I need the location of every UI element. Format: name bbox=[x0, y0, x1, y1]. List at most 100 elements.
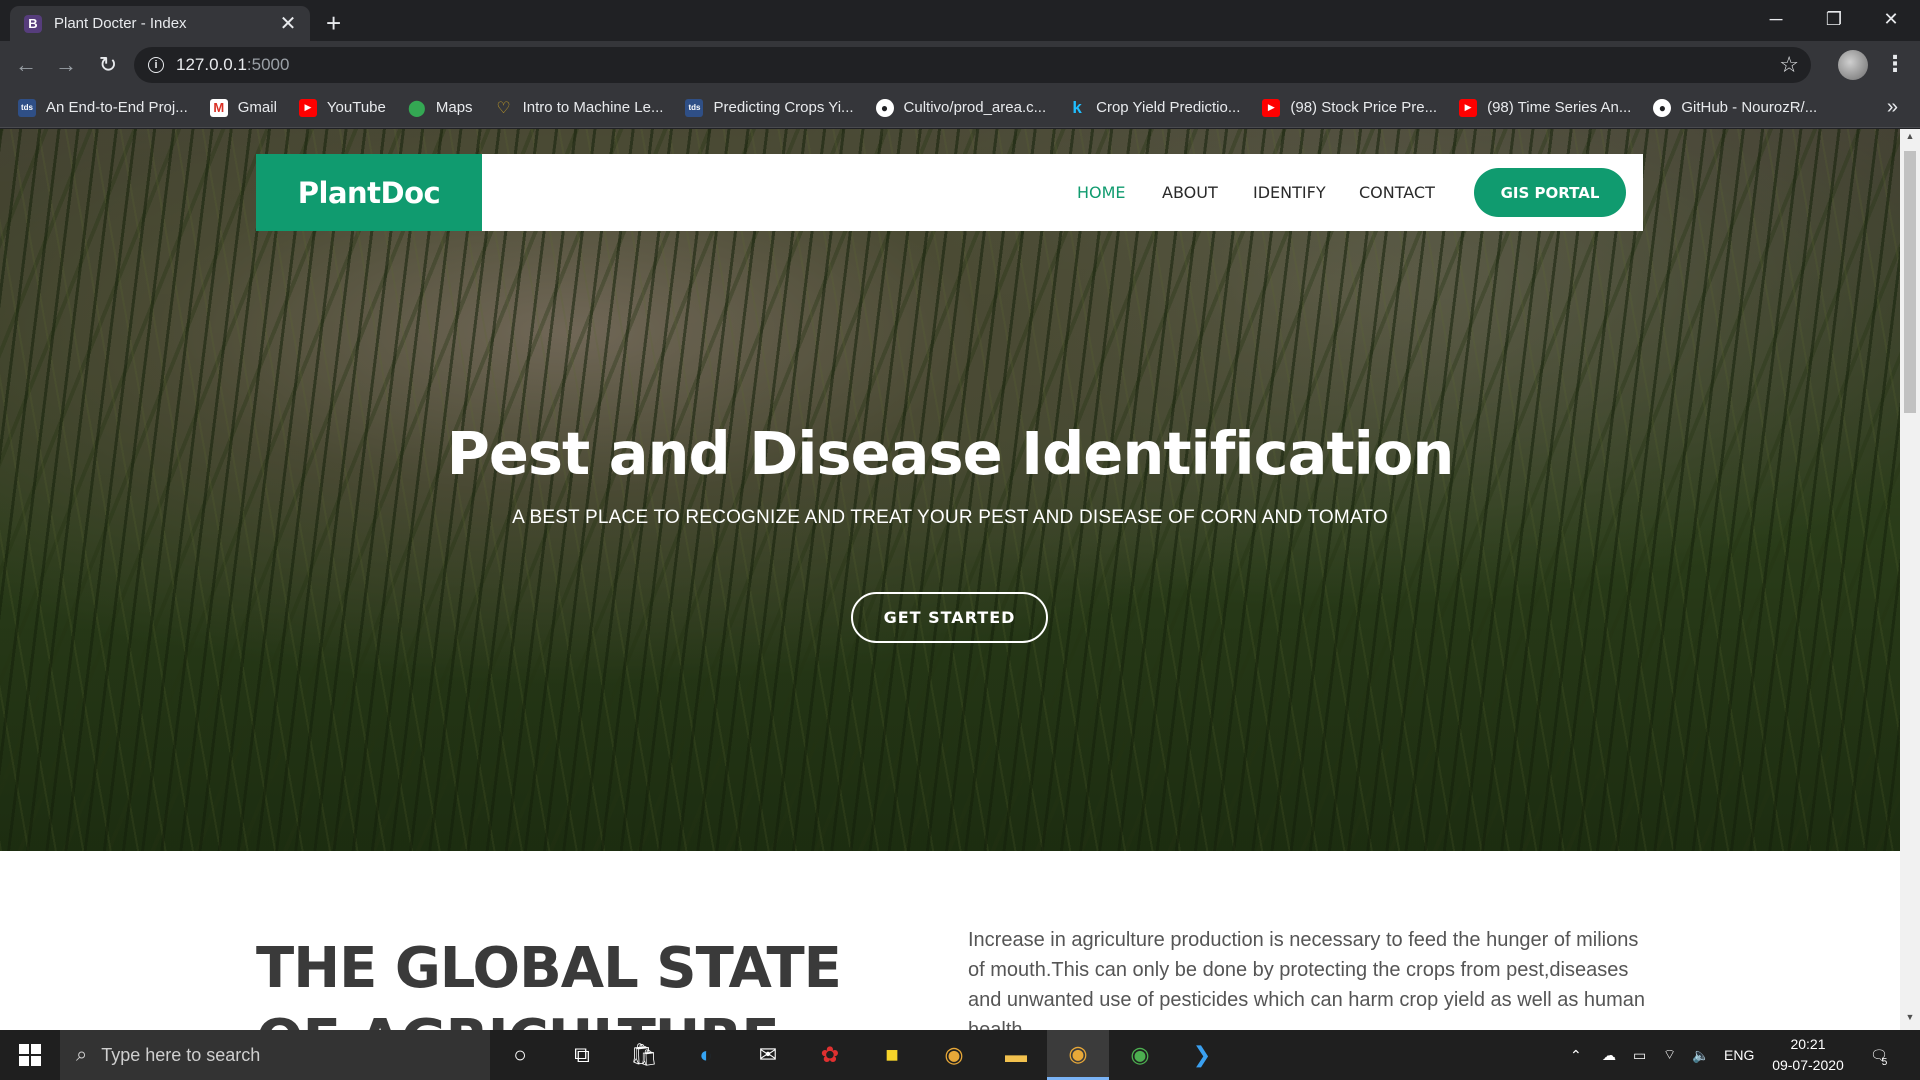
page-scrollbar[interactable]: ▲ ▼ bbox=[1900, 129, 1920, 1030]
bookmark-item[interactable]: k Crop Yield Predictio... bbox=[1068, 97, 1241, 117]
bookmark-label: Intro to Machine Le... bbox=[522, 99, 664, 116]
github-icon: ● bbox=[875, 98, 894, 117]
bookmark-label: GitHub - NourozR/... bbox=[1681, 99, 1818, 116]
sticky-notes-icon[interactable]: ■ bbox=[861, 1030, 923, 1080]
forward-icon[interactable]: → bbox=[52, 51, 80, 79]
get-started-button[interactable]: GET STARTED bbox=[851, 592, 1048, 643]
bootstrap-favicon-icon: B bbox=[24, 14, 42, 33]
language-indicator[interactable]: ENG bbox=[1724, 1030, 1754, 1080]
bookmark-item[interactable]: ⬤ Maps bbox=[408, 99, 473, 117]
youtube-icon: ▶ bbox=[298, 98, 317, 117]
notification-center-icon[interactable]: 🗨 5 bbox=[1870, 1030, 1888, 1080]
browser-toolbar: ← → ↻ i 127.0.0.1:5000 ☆ ⋮ bbox=[0, 41, 1920, 88]
profile-avatar[interactable] bbox=[1838, 50, 1868, 80]
kaggle-icon: k bbox=[1072, 97, 1082, 117]
bookmark-item[interactable]: tds An End-to-End Proj... bbox=[18, 98, 188, 117]
nav-contact[interactable]: CONTACT bbox=[1359, 183, 1435, 202]
scroll-thumb[interactable] bbox=[1904, 151, 1916, 413]
bookmark-item[interactable]: ● Cultivo/prod_area.c... bbox=[875, 98, 1047, 117]
scroll-up-icon[interactable]: ▲ bbox=[1900, 131, 1920, 147]
bookmark-label: Predicting Crops Yi... bbox=[713, 99, 854, 116]
url-port: :5000 bbox=[246, 55, 290, 74]
bookmark-label: Maps bbox=[435, 99, 473, 116]
windows-start-icon[interactable] bbox=[0, 1030, 60, 1080]
volume-icon[interactable]: 🔈 bbox=[1692, 1030, 1709, 1080]
back-icon[interactable]: ← bbox=[12, 51, 40, 79]
cortana-icon[interactable]: ○ bbox=[489, 1030, 551, 1080]
notification-count: 5 bbox=[1881, 1056, 1888, 1068]
page-viewport: PlantDoc HOME ABOUT IDENTIFY CONTACT GIS… bbox=[0, 129, 1900, 1030]
youtube-icon: ▶ bbox=[1459, 98, 1478, 117]
chrome-active-icon[interactable]: ◉ bbox=[1047, 1030, 1109, 1080]
maps-icon: ⬤ bbox=[407, 99, 426, 117]
browser-tab-strip: B Plant Docter - Index ✕ + ─ ❐ ✕ bbox=[0, 0, 1920, 41]
task-view-icon[interactable]: ⧉ bbox=[551, 1030, 613, 1080]
chrome-profile-icon[interactable]: ◉ bbox=[1109, 1030, 1171, 1080]
close-window-icon[interactable]: ✕ bbox=[1862, 0, 1920, 38]
about-title: THE GLOBAL STATE OF AGRICULTURE bbox=[256, 936, 842, 1030]
tds-icon: tds bbox=[685, 98, 704, 117]
gis-portal-button[interactable]: GIS PORTAL bbox=[1474, 168, 1626, 217]
bookmark-star-icon[interactable]: ☆ bbox=[1779, 52, 1799, 78]
bookmark-item[interactable]: ♡ Intro to Machine Le... bbox=[495, 99, 664, 117]
bookmark-item[interactable]: tds Predicting Crops Yi... bbox=[685, 98, 854, 117]
bookmark-label: Cultivo/prod_area.c... bbox=[903, 99, 1047, 116]
windows-taskbar: ⌕ Type here to search ○ ⧉ 🛍 ◐ ✉ ✿ ■ ◉ ▬ … bbox=[0, 1030, 1920, 1080]
bookmark-label: An End-to-End Proj... bbox=[46, 99, 188, 116]
bookmark-label: (98) Time Series An... bbox=[1487, 99, 1632, 116]
tab-title: Plant Docter - Index bbox=[54, 15, 187, 32]
search-placeholder: Type here to search bbox=[101, 1044, 261, 1065]
nav-home[interactable]: HOME bbox=[1077, 183, 1126, 202]
bookmark-item[interactable]: ● GitHub - NourozR/... bbox=[1653, 98, 1818, 117]
vscode-icon[interactable]: ❯ bbox=[1171, 1030, 1233, 1080]
tds-icon: tds bbox=[18, 98, 36, 117]
nav-about[interactable]: ABOUT bbox=[1162, 183, 1218, 202]
mail-icon[interactable]: ✉ bbox=[737, 1030, 799, 1080]
heart-icon: ♡ bbox=[496, 99, 511, 117]
clock-time: 20:21 bbox=[1790, 1036, 1826, 1052]
bookmark-label: YouTube bbox=[326, 99, 386, 116]
chrome-icon[interactable]: ◉ bbox=[923, 1030, 985, 1080]
bookmark-label: Crop Yield Predictio... bbox=[1096, 99, 1241, 116]
hero-section: PlantDoc HOME ABOUT IDENTIFY CONTACT GIS… bbox=[0, 129, 1900, 851]
address-bar[interactable]: i 127.0.0.1:5000 ☆ bbox=[134, 47, 1811, 83]
bookmark-label: (98) Stock Price Pre... bbox=[1290, 99, 1438, 116]
hero-subtitle: A BEST PLACE TO RECOGNIZE AND TREAT YOUR… bbox=[512, 507, 1388, 528]
clock-date: 09-07-2020 bbox=[1772, 1057, 1844, 1073]
app-icon[interactable]: ✿ bbox=[799, 1030, 861, 1080]
browser-tab[interactable]: B Plant Docter - Index ✕ bbox=[10, 6, 310, 41]
site-logo[interactable]: PlantDoc bbox=[256, 154, 482, 231]
site-navbar: PlantDoc HOME ABOUT IDENTIFY CONTACT GIS… bbox=[256, 154, 1643, 231]
gmail-icon: M bbox=[209, 98, 228, 117]
bookmarks-bar: tds An End-to-End Proj... M Gmail ▶ YouTube… bbox=[0, 88, 1920, 128]
battery-icon[interactable]: ▭ bbox=[1633, 1030, 1646, 1080]
file-explorer-icon[interactable]: ▬ bbox=[985, 1030, 1047, 1080]
store-icon[interactable]: 🛍 bbox=[613, 1030, 675, 1080]
bookmark-item[interactable]: ▶ (98) Time Series An... bbox=[1459, 98, 1632, 117]
bookmark-item[interactable]: M Gmail bbox=[209, 98, 277, 117]
taskbar-clock[interactable]: 20:21 09-07-2020 bbox=[1760, 1034, 1856, 1076]
onedrive-icon[interactable]: ☁ bbox=[1602, 1030, 1616, 1080]
browser-menu-icon[interactable]: ⋮ bbox=[1884, 51, 1906, 77]
github-icon: ● bbox=[1653, 98, 1672, 117]
edge-icon[interactable]: ◐ bbox=[675, 1030, 737, 1080]
close-tab-icon[interactable]: ✕ bbox=[278, 11, 298, 36]
show-hidden-icons-icon[interactable]: ⌃ bbox=[1570, 1030, 1582, 1080]
bookmark-item[interactable]: ▶ YouTube bbox=[298, 98, 386, 117]
more-bookmarks-icon[interactable]: » bbox=[1887, 96, 1898, 119]
youtube-icon: ▶ bbox=[1262, 98, 1281, 117]
about-text: Increase in agriculture production is ne… bbox=[968, 929, 1646, 1030]
scroll-down-icon[interactable]: ▼ bbox=[1900, 1012, 1920, 1028]
bookmark-item[interactable]: ▶ (98) Stock Price Pre... bbox=[1262, 98, 1438, 117]
bookmark-label: Gmail bbox=[237, 99, 277, 116]
taskbar-search-input[interactable]: ⌕ Type here to search bbox=[60, 1030, 490, 1080]
site-info-icon[interactable]: i bbox=[148, 57, 164, 73]
minimize-icon[interactable]: ─ bbox=[1747, 0, 1805, 38]
new-tab-icon[interactable]: + bbox=[326, 8, 341, 39]
search-icon: ⌕ bbox=[76, 1043, 88, 1066]
url-host: 127.0.0.1 bbox=[176, 55, 247, 74]
restore-icon[interactable]: ❐ bbox=[1805, 0, 1863, 38]
reload-icon[interactable]: ↻ bbox=[94, 51, 122, 79]
wifi-icon[interactable]: ⌔ bbox=[1663, 1030, 1676, 1080]
nav-identify[interactable]: IDENTIFY bbox=[1253, 183, 1326, 202]
